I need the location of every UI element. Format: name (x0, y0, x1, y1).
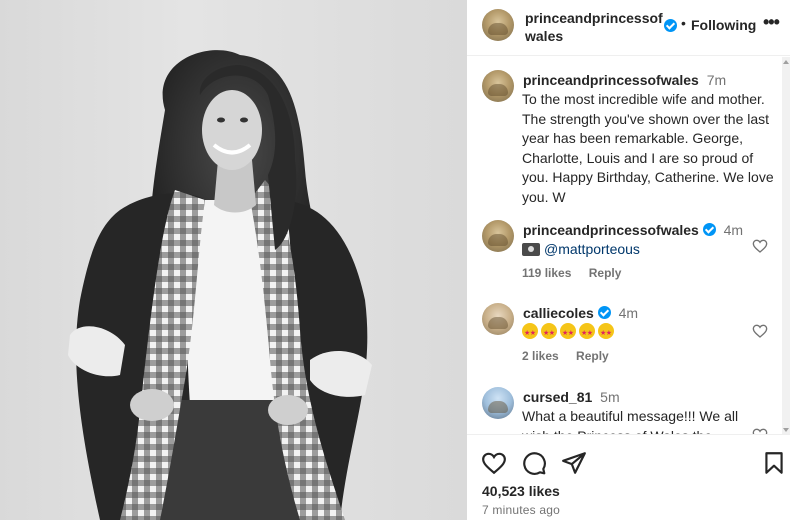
comment-likes[interactable]: 119 likes (522, 266, 571, 280)
portrait-illustration (68, 50, 372, 520)
account-username[interactable]: princeandprincessof wales (525, 9, 663, 45)
like-comment-icon[interactable] (752, 323, 768, 339)
star-struck-emoji-icon (560, 323, 576, 344)
reply-button[interactable]: Reply (576, 349, 609, 363)
comment-bubble-icon[interactable] (521, 450, 547, 476)
comment-header: cursed_81 5m (523, 389, 620, 405)
post-photo[interactable] (0, 0, 467, 520)
star-struck-emoji-icon (541, 323, 557, 344)
comment-likes[interactable]: 2 likes (522, 349, 559, 363)
reply-button[interactable]: Reply (589, 266, 622, 280)
scroll-down-arrow-icon[interactable] (783, 428, 789, 432)
comment-username[interactable]: princeandprincessofwales (523, 72, 699, 88)
post-header: princeandprincessof wales • Following ••… (467, 0, 790, 56)
comments-scrollbar[interactable] (782, 57, 790, 434)
comment-header: princeandprincessofwales 7m (523, 72, 726, 88)
comment-time[interactable]: 4m (724, 222, 743, 238)
comment-username[interactable]: calliecoles (523, 305, 594, 321)
comment-time[interactable]: 7m (707, 72, 726, 88)
username-line-2[interactable]: wales (525, 27, 660, 45)
comment-username[interactable]: cursed_81 (523, 389, 592, 405)
comment-time[interactable]: 5m (600, 389, 619, 405)
comment-meta: 119 likes Reply (522, 266, 621, 280)
caption-text: To the most incredible wife and mother. … (522, 91, 774, 205)
like-comment-icon[interactable] (752, 427, 768, 435)
scroll-up-arrow-icon[interactable] (783, 60, 789, 64)
comment-text (522, 322, 774, 344)
post-timestamp[interactable]: 7 minutes ago (482, 503, 560, 517)
like-heart-icon[interactable] (481, 450, 507, 476)
more-options-icon[interactable]: ••• (763, 12, 780, 33)
comment-time[interactable]: 4m (619, 305, 638, 321)
comment-username[interactable]: princeandprincessofwales (523, 222, 699, 238)
commenter-avatar[interactable] (482, 70, 514, 102)
comment-text: What a beautiful message!!! We all wish … (522, 407, 774, 435)
star-struck-emoji-icon (579, 323, 595, 344)
comment-header: calliecoles 4m (523, 305, 638, 321)
star-struck-emoji-icon (522, 323, 538, 344)
share-paper-plane-icon[interactable] (561, 450, 587, 476)
commenter-avatar[interactable] (482, 387, 514, 419)
mention-link[interactable]: @mattporteous (544, 241, 640, 257)
comment-text: @mattporteous (522, 240, 774, 260)
comment-text-line: wish the Princess of Wales the (522, 427, 774, 435)
verified-badge-icon (664, 19, 677, 32)
username-line-1[interactable]: princeandprincessof (525, 9, 663, 27)
comment-meta: 2 likes Reply (522, 349, 609, 363)
comments-list[interactable]: princeandprincessofwales 7m To the most … (467, 57, 790, 435)
comment-text-line: What a beautiful message!!! We all (522, 408, 739, 424)
separator-dot: • (681, 15, 686, 31)
camera-emoji-icon (522, 243, 540, 256)
following-button[interactable]: Following (691, 17, 756, 33)
bookmark-save-icon[interactable] (761, 450, 787, 476)
post-sidebar: princeandprincessof wales • Following ••… (467, 0, 790, 520)
post-likes-count[interactable]: 40,523 likes (482, 483, 560, 499)
commenter-avatar[interactable] (482, 220, 514, 252)
star-struck-emoji-icon (598, 323, 614, 344)
post-actions: 40,523 likes 7 minutes ago (467, 436, 790, 520)
commenter-avatar[interactable] (482, 303, 514, 335)
comment-header: princeandprincessofwales 4m (523, 222, 743, 238)
verified-badge-icon (702, 223, 716, 236)
account-avatar[interactable] (482, 9, 514, 41)
like-comment-icon[interactable] (752, 238, 768, 254)
verified-badge-icon (597, 306, 611, 319)
